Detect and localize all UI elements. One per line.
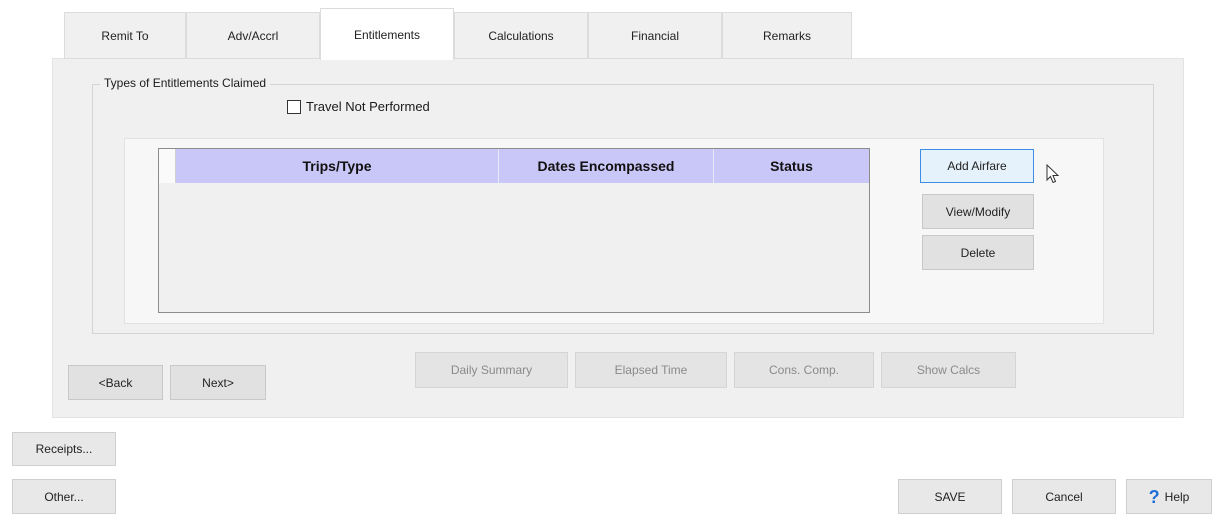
tab-financial[interactable]: Financial <box>588 12 722 59</box>
tab-remit-to[interactable]: Remit To <box>64 12 186 59</box>
column-header-label: Dates Encompassed <box>537 158 675 174</box>
help-button[interactable]: ? Help <box>1126 479 1212 514</box>
button-label: <Back <box>98 375 133 390</box>
tab-calculations[interactable]: Calculations <box>454 12 588 59</box>
show-calcs-button[interactable]: Show Calcs <box>881 352 1016 388</box>
entitlements-grid[interactable]: Trips/Type Dates Encompassed Status <box>158 148 870 313</box>
button-label: Delete <box>960 245 996 260</box>
add-airfare-button[interactable]: Add Airfare <box>920 149 1034 183</box>
column-header-trips-type[interactable]: Trips/Type <box>176 149 499 183</box>
button-label: Elapsed Time <box>614 363 688 377</box>
save-button[interactable]: SAVE <box>898 479 1002 514</box>
cons-comp-button[interactable]: Cons. Comp. <box>734 352 874 388</box>
button-label: SAVE <box>934 489 966 504</box>
tab-label: Financial <box>630 28 680 43</box>
button-label: Help <box>1164 489 1190 504</box>
button-label: Daily Summary <box>450 363 533 377</box>
cancel-button[interactable]: Cancel <box>1012 479 1116 514</box>
button-label: Cancel <box>1045 489 1083 504</box>
tab-adv-accrl[interactable]: Adv/Accrl <box>186 12 320 59</box>
view-modify-button[interactable]: View/Modify <box>922 194 1034 229</box>
column-header-label: Trips/Type <box>302 158 372 174</box>
column-header-dates-encompassed[interactable]: Dates Encompassed <box>499 149 714 183</box>
tab-remarks[interactable]: Remarks <box>722 12 852 59</box>
mouse-cursor-icon <box>1046 164 1060 184</box>
back-button[interactable]: <Back <box>68 365 163 400</box>
receipts-button[interactable]: Receipts... <box>12 432 116 466</box>
column-header-label: Status <box>770 158 813 174</box>
delete-button[interactable]: Delete <box>922 235 1034 270</box>
button-label: View/Modify <box>945 204 1011 219</box>
tab-label: Entitlements <box>353 27 421 42</box>
daily-summary-button[interactable]: Daily Summary <box>415 352 568 388</box>
tab-label: Calculations <box>488 28 554 43</box>
button-label: Show Calcs <box>916 363 981 377</box>
travel-not-performed-checkbox[interactable]: Travel Not Performed <box>287 99 430 114</box>
checkbox-label: Travel Not Performed <box>306 99 430 114</box>
button-label: Next> <box>202 375 234 390</box>
tab-label: Adv/Accrl <box>227 28 279 43</box>
other-button[interactable]: Other... <box>12 479 116 514</box>
button-label: Receipts... <box>35 442 93 456</box>
button-label: Cons. Comp. <box>768 363 840 377</box>
next-button[interactable]: Next> <box>170 365 266 400</box>
column-header-status[interactable]: Status <box>714 149 869 183</box>
tab-label: Remarks <box>762 28 811 43</box>
elapsed-time-button[interactable]: Elapsed Time <box>575 352 727 388</box>
button-label: Other... <box>44 489 84 504</box>
tab-label: Remit To <box>101 28 149 43</box>
checkbox-box[interactable] <box>287 99 301 114</box>
help-icon: ? <box>1148 486 1160 507</box>
group-title: Types of Entitlements Claimed <box>100 76 271 90</box>
tab-entitlements[interactable]: Entitlements <box>320 8 454 60</box>
button-label: Add Airfare <box>947 159 1007 173</box>
row-header-corner <box>159 149 176 183</box>
